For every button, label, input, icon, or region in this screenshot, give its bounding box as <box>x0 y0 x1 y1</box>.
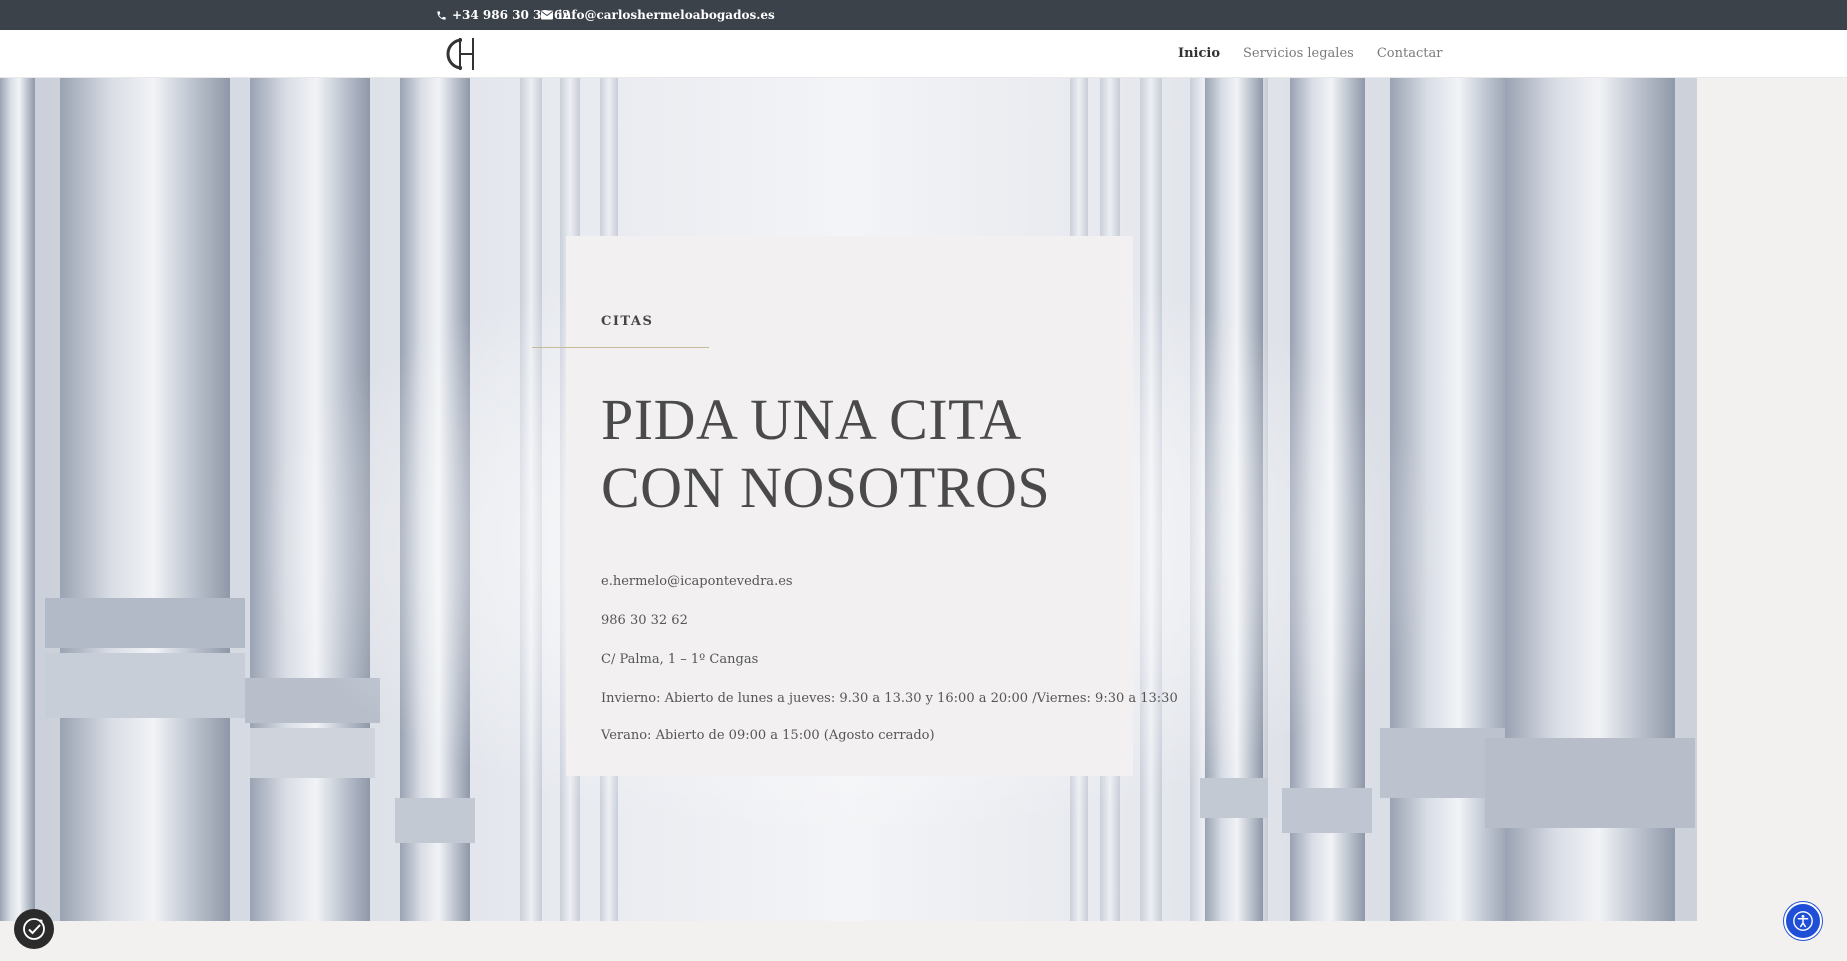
main-header: Inicio Servicios legales Contactar <box>0 30 1847 78</box>
card-eyebrow: CITAS <box>601 314 654 329</box>
card-title-line-2: CON NOSOTROS <box>601 455 1051 520</box>
card-hours-summer: Verano: Abierto de 09:00 a 15:00 (Agosto… <box>601 728 935 743</box>
card-hours-winter: Invierno: Abierto de lunes a jueves: 9.3… <box>601 691 1178 706</box>
topbar-email-link[interactable]: info@carloshermeloabogados.es <box>541 8 775 22</box>
eyebrow-divider <box>532 347 709 348</box>
appointment-card: CITAS PIDA UNA CITA CON NOSOTROS e.herme… <box>532 236 1178 776</box>
card-email[interactable]: e.hermelo@icapontevedra.es <box>601 574 793 589</box>
accessibility-icon <box>1793 911 1813 931</box>
top-contact-bar: +34 986 30 32 62 info@carloshermeloaboga… <box>0 0 1847 30</box>
card-title-line-1: PIDA UNA CITA <box>601 387 1022 452</box>
accessibility-button[interactable] <box>1784 902 1822 940</box>
topbar-email-text: info@carloshermeloabogados.es <box>558 8 775 22</box>
ch-monogram-logo[interactable] <box>440 34 480 74</box>
nav-item-contactar[interactable]: Contactar <box>1377 46 1443 61</box>
nav-item-inicio[interactable]: Inicio <box>1178 46 1220 61</box>
cookie-consent-button[interactable] <box>14 909 54 949</box>
card-phone[interactable]: 986 30 32 62 <box>601 613 688 628</box>
cookie-consent-icon <box>23 918 45 940</box>
envelope-icon <box>541 10 553 20</box>
card-title: PIDA UNA CITA CON NOSOTROS <box>601 386 1121 522</box>
nav-item-servicios-legales[interactable]: Servicios legales <box>1243 46 1354 61</box>
phone-icon <box>437 10 446 20</box>
hero-section: CITAS PIDA UNA CITA CON NOSOTROS e.herme… <box>0 78 1697 921</box>
card-address: C/ Palma, 1 – 1º Cangas <box>601 652 759 667</box>
page-bottom-strip <box>0 921 1847 961</box>
main-navigation: Inicio Servicios legales Contactar <box>1178 46 1442 61</box>
